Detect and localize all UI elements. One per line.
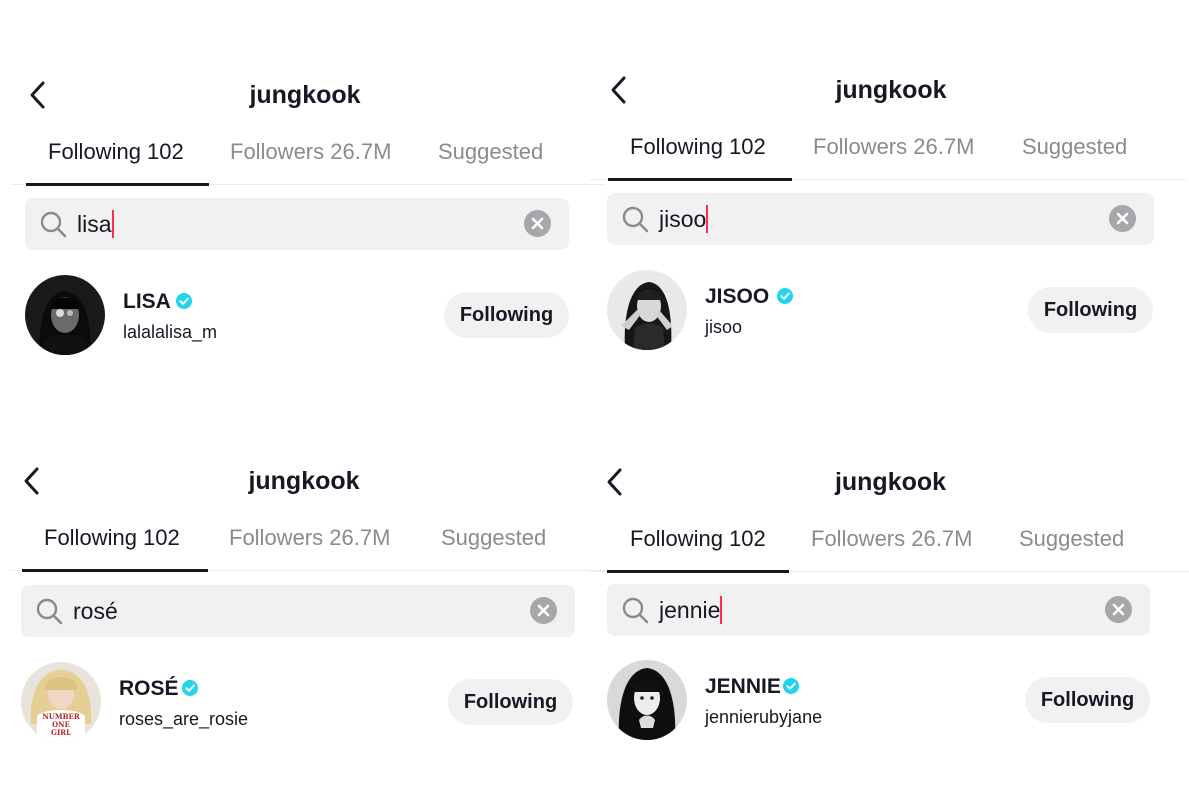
display-name: JENNIE xyxy=(705,675,781,698)
search-bar[interactable]: rosé xyxy=(21,585,575,637)
search-bar[interactable]: jennie xyxy=(607,584,1150,636)
user-result-row[interactable]: NUMBER ONE GIRL ROSÉ roses_are_rosie Fol… xyxy=(21,662,575,744)
search-query: jisoo xyxy=(659,206,707,232)
tab-bar: Following 102 Followers 26.7M Suggested xyxy=(590,525,1189,573)
search-input[interactable]: jennie xyxy=(659,596,723,624)
tab-following[interactable]: Following 102 xyxy=(44,524,180,552)
username: jennierubyjane xyxy=(705,707,823,727)
user-result-row[interactable]: JISOO jisoo Following xyxy=(607,270,1154,352)
page-title: jungkook xyxy=(835,76,947,104)
avatar-shirt-text-3: GIRL xyxy=(51,728,71,737)
user-result-row[interactable]: JENNIE jennierubyjane Following xyxy=(607,660,1150,742)
avatar[interactable] xyxy=(25,275,105,355)
search-icon xyxy=(39,210,67,238)
header: jungkook xyxy=(20,456,600,506)
panel-rose: jungkook Following 102 Followers 26.7M S… xyxy=(10,456,610,786)
tab-bar: Following 102 Followers 26.7M Suggested xyxy=(10,524,610,572)
active-tab-indicator xyxy=(26,183,209,186)
tab-followers[interactable]: Followers 26.7M xyxy=(811,525,972,553)
tab-following[interactable]: Following 102 xyxy=(630,133,766,161)
user-result-row[interactable]: LISA lalalalisa_m Following xyxy=(25,275,570,357)
verified-badge-icon xyxy=(777,288,793,304)
page-title: jungkook xyxy=(249,81,361,109)
tab-bar: Following 102 Followers 26.7M Suggested xyxy=(10,138,605,186)
tab-following[interactable]: Following 102 xyxy=(48,138,184,166)
tab-suggested[interactable]: Suggested xyxy=(441,524,546,552)
verified-badge-icon xyxy=(783,678,799,694)
verified-badge-icon xyxy=(176,293,192,309)
following-button[interactable]: Following xyxy=(1025,677,1150,723)
search-query: jennie xyxy=(659,597,721,623)
search-query: lisa xyxy=(77,211,112,237)
tab-bar: Following 102 Followers 26.7M Suggested xyxy=(590,133,1186,181)
panel-jennie: jungkook Following 102 Followers 26.7M S… xyxy=(590,457,1189,787)
clear-search-icon[interactable] xyxy=(1105,596,1132,623)
tab-followers[interactable]: Followers 26.7M xyxy=(813,133,974,161)
avatar[interactable]: NUMBER ONE GIRL xyxy=(21,662,101,742)
tab-followers[interactable]: Followers 26.7M xyxy=(230,138,391,166)
search-input[interactable]: jisoo xyxy=(659,205,709,233)
tab-suggested[interactable]: Suggested xyxy=(1019,525,1124,553)
search-icon xyxy=(621,596,649,624)
avatar[interactable] xyxy=(607,660,687,740)
display-name: LISA xyxy=(123,290,171,313)
search-input[interactable]: lisa xyxy=(77,210,114,238)
clear-search-icon[interactable] xyxy=(530,597,557,624)
tab-followers[interactable]: Followers 26.7M xyxy=(229,524,390,552)
active-tab-indicator xyxy=(607,570,789,573)
clear-search-icon[interactable] xyxy=(524,210,551,237)
username: jisoo xyxy=(705,317,743,337)
active-tab-indicator xyxy=(22,569,208,572)
panel-jisoo: jungkook Following 102 Followers 26.7M S… xyxy=(590,65,1186,395)
text-caret xyxy=(706,205,709,233)
header: jungkook xyxy=(603,65,1183,115)
display-name: ROSÉ xyxy=(119,677,179,700)
search-input[interactable]: rosé xyxy=(73,597,118,625)
search-bar[interactable]: jisoo xyxy=(607,193,1154,245)
active-tab-indicator xyxy=(608,178,792,181)
text-caret xyxy=(111,210,114,238)
search-icon xyxy=(621,205,649,233)
avatar[interactable] xyxy=(607,270,687,350)
panel-lisa: jungkook Following 102 Followers 26.7M S… xyxy=(10,70,605,400)
header: jungkook xyxy=(20,70,600,120)
search-icon xyxy=(35,597,63,625)
search-query: rosé xyxy=(73,598,118,624)
page-title: jungkook xyxy=(248,467,360,495)
username: lalalalisa_m xyxy=(123,322,218,342)
page-title: jungkook xyxy=(834,468,947,496)
verified-badge-icon xyxy=(182,680,198,696)
search-bar[interactable]: lisa xyxy=(25,198,569,250)
header: jungkook xyxy=(603,457,1183,507)
tab-suggested[interactable]: Suggested xyxy=(1022,133,1127,161)
following-button[interactable]: Following xyxy=(1028,287,1153,333)
display-name: JISOO xyxy=(705,285,770,308)
clear-search-icon[interactable] xyxy=(1109,205,1136,232)
following-button[interactable]: Following xyxy=(444,292,569,338)
tab-following[interactable]: Following 102 xyxy=(630,525,766,553)
username: roses_are_rosie xyxy=(119,709,249,729)
text-caret xyxy=(720,596,723,624)
following-button[interactable]: Following xyxy=(448,679,573,725)
tab-suggested[interactable]: Suggested xyxy=(438,138,543,166)
